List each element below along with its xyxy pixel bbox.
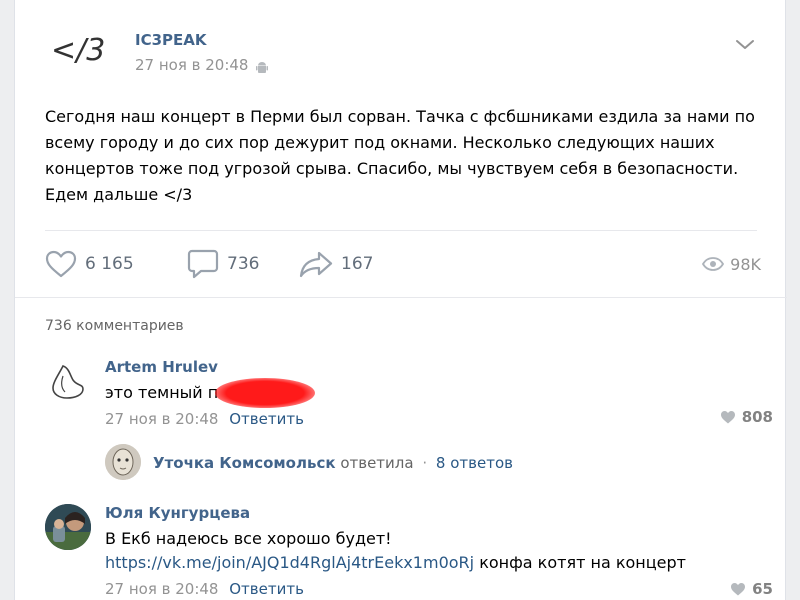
- comment-text-visible: это темный п: [105, 383, 219, 402]
- comment-like-count: 65: [752, 580, 773, 598]
- eye-icon: [702, 257, 725, 271]
- comment-meta: 27 ноя в 20:48 Ответить: [105, 580, 304, 598]
- heart-icon: [731, 583, 746, 596]
- post-header: </3 IC3PEAK 27 ноя в 20:48: [45, 22, 765, 82]
- redaction-mark: [215, 378, 315, 408]
- svg-text:</3: </3: [51, 33, 105, 68]
- reply-verb: ответила: [340, 454, 414, 472]
- reply-button[interactable]: Ответить: [229, 580, 304, 598]
- comment-author[interactable]: Юля Кунгурцева: [105, 504, 250, 522]
- share-icon: [299, 251, 333, 278]
- comment-text-line-2: https://vk.me/join/AJQ1d4RglAj4trEekx1m0…: [105, 552, 686, 574]
- comment-item: Юля Кунгурцева В Екб надеюсь все хорошо …: [45, 504, 773, 600]
- comments-count-label: 736 комментариев: [45, 318, 184, 334]
- comment-item: Artem Hrulev это темный п. 27 ноя в 20:4…: [45, 358, 773, 438]
- views-count: 98K: [730, 254, 761, 274]
- share-button[interactable]: 167: [299, 248, 373, 280]
- comment-text-tail: конфа котят на концерт: [474, 553, 686, 572]
- like-button[interactable]: 6 165: [45, 248, 134, 280]
- comment-text: В Екб надеюсь все хорошо будет! https://…: [105, 528, 686, 574]
- avatar[interactable]: [45, 358, 91, 404]
- chevron-down-icon[interactable]: [735, 36, 755, 55]
- comment-text-line: В Екб надеюсь все хорошо будет!: [105, 529, 392, 548]
- comment-like-count: 808: [741, 408, 773, 426]
- post-card: </3 IC3PEAK 27 ноя в 20:48 Сегодня наш к…: [14, 0, 787, 600]
- comment-meta: 27 ноя в 20:48 Ответить: [105, 410, 304, 428]
- comment-like-button[interactable]: 808: [720, 408, 773, 426]
- replies-summary: Уточка Комсомольск ответила · 8 ответов: [153, 454, 513, 472]
- post-author[interactable]: IC3PEAK: [135, 31, 207, 49]
- like-count: 6 165: [85, 254, 134, 274]
- share-count: 167: [341, 254, 374, 274]
- views-counter: 98K: [702, 248, 761, 280]
- comment-date[interactable]: 27 ноя в 20:48: [105, 410, 218, 428]
- avatar[interactable]: [45, 504, 91, 550]
- comment-button[interactable]: 736: [187, 248, 259, 280]
- reply-author[interactable]: Уточка Комсомольск: [153, 454, 336, 472]
- replies-count-link[interactable]: 8 ответов: [436, 454, 513, 472]
- avatar[interactable]: [105, 444, 141, 480]
- post-actions: 6 165 736 167 98K: [45, 248, 765, 280]
- post-date[interactable]: 27 ноя в 20:48: [135, 56, 248, 74]
- logo-icon[interactable]: </3: [45, 22, 113, 78]
- reply-button[interactable]: Ответить: [229, 410, 304, 428]
- heart-icon: [45, 250, 77, 278]
- heart-icon: [720, 411, 735, 424]
- divider: [15, 297, 787, 298]
- comment-count: 736: [227, 254, 260, 274]
- invite-link[interactable]: https://vk.me/join/AJQ1d4RglAj4trEekx1m0…: [105, 553, 474, 572]
- divider: [45, 230, 757, 231]
- android-icon: [256, 60, 268, 79]
- comment-like-button[interactable]: 65: [730, 580, 773, 598]
- comment-date[interactable]: 27 ноя в 20:48: [105, 580, 218, 598]
- post-text: Сегодня наш концерт в Перми был сорван. …: [45, 107, 755, 204]
- comment-icon: [187, 249, 219, 279]
- comment-author[interactable]: Artem Hrulev: [105, 358, 218, 376]
- replies-thread[interactable]: Уточка Комсомольск ответила · 8 ответов: [105, 444, 765, 480]
- separator-dot: ·: [422, 454, 428, 472]
